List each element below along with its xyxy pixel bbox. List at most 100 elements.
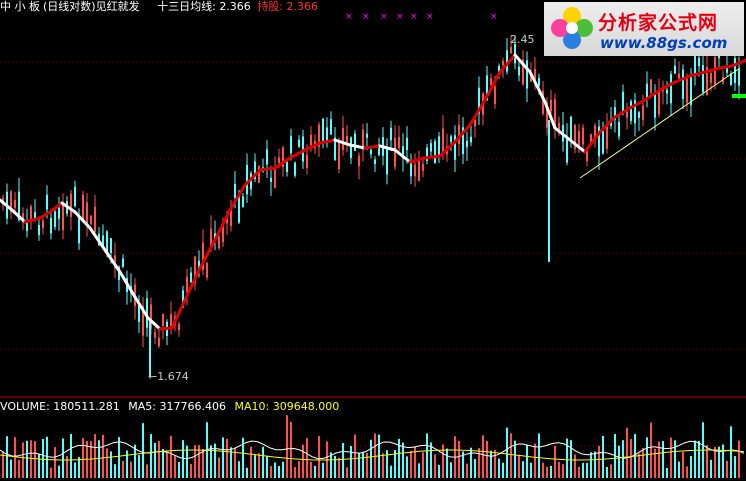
volume-bar-up — [106, 448, 108, 478]
high-price-label: 2.45 — [510, 33, 535, 46]
volume-bar-down — [550, 465, 552, 478]
ma13-segment — [48, 201, 64, 214]
ma13-segment — [258, 166, 277, 172]
volume-bar-down — [70, 433, 72, 478]
volume-bar-down — [246, 467, 248, 478]
candle-up — [306, 154, 308, 168]
volume-bar-down — [314, 465, 316, 478]
candle-up — [338, 140, 340, 170]
volume-bar-up — [374, 433, 376, 478]
volume-bar-up — [626, 427, 628, 478]
candle-down — [738, 69, 740, 86]
candle-up — [686, 76, 688, 103]
volume-bar-up — [102, 434, 104, 478]
volume-bar-down — [110, 451, 112, 478]
candle-up — [70, 193, 72, 217]
candle-up — [418, 158, 420, 181]
candle-down — [390, 127, 392, 141]
candle-down — [570, 116, 572, 142]
candle-up — [94, 206, 96, 233]
volume-bar-up — [554, 445, 556, 478]
volume-bar-down — [390, 465, 392, 478]
candle-up — [510, 46, 512, 54]
board-label: 中 小 板 — [0, 0, 40, 13]
candle-down — [106, 231, 108, 252]
volume-bar-up — [598, 445, 600, 478]
candle-up — [550, 99, 552, 112]
signal-marker: × — [426, 12, 434, 22]
ma13-segment — [363, 144, 382, 150]
volume-bar-up — [578, 466, 580, 478]
volume-bar-up — [486, 440, 488, 478]
indicator-name: (日线对数)见红就发 — [43, 0, 140, 13]
candle-up — [162, 313, 164, 326]
volume-bar-up — [294, 467, 296, 478]
candle-up — [206, 262, 208, 278]
candle-down — [370, 149, 372, 155]
candle-down — [138, 304, 140, 322]
volume-bar-up — [34, 441, 36, 478]
volume-bar-up — [494, 449, 496, 478]
candle-down — [38, 224, 40, 236]
volume-bar-up — [310, 461, 312, 478]
volume-bar-down — [254, 455, 256, 478]
candle-up — [710, 73, 712, 83]
candle-down — [622, 91, 624, 113]
volume-bar-down — [362, 452, 364, 478]
volume-bar-down — [594, 451, 596, 478]
signal-markers: × × × × × × × — [345, 12, 498, 22]
volume-bar-down — [698, 440, 700, 478]
candle-up — [650, 79, 652, 93]
volume-bar-down — [350, 446, 352, 478]
volume-bar-up — [270, 465, 272, 478]
candle-down — [438, 136, 440, 156]
volume-bar-up — [158, 440, 160, 478]
candle-down — [566, 136, 568, 163]
volume-bar-down — [114, 464, 116, 478]
volume-bar-up — [258, 453, 260, 478]
candle-down — [50, 217, 52, 234]
volume-bar-down — [282, 461, 284, 478]
candle-up — [218, 237, 220, 249]
candle-down — [682, 69, 684, 99]
candle-down — [654, 92, 656, 118]
candle-down — [638, 112, 640, 118]
candle-up — [414, 164, 416, 177]
volume-bar-down — [98, 440, 100, 478]
volume-bar-up — [714, 446, 716, 478]
ma13-label: 十三日均线: — [157, 0, 216, 13]
candle-down — [74, 186, 76, 207]
volume-bar-down — [222, 437, 224, 478]
candle-up — [494, 86, 496, 104]
volume-bar-down — [622, 440, 624, 478]
candle-up — [606, 126, 608, 149]
ma13-value: 2.366 — [219, 0, 251, 13]
candle-down — [434, 141, 436, 163]
candle-up — [642, 105, 644, 120]
volume-bar-down — [570, 440, 572, 478]
candle-down — [386, 147, 388, 175]
volume-bar-up — [642, 447, 644, 478]
volume-bar-down — [690, 455, 692, 478]
volume-bar-up — [354, 434, 356, 478]
volume-bar-up — [18, 459, 20, 478]
volume-bar-up — [366, 452, 368, 478]
volume-bar-up — [306, 438, 308, 478]
candle-down — [702, 65, 704, 93]
volume-bar-down — [446, 448, 448, 478]
volume-bar-up — [638, 453, 640, 478]
candle-up — [626, 111, 628, 118]
candle-down — [54, 211, 56, 227]
volume-bar-down — [62, 438, 64, 478]
ma13-segment — [158, 326, 174, 331]
volume-bar-down — [646, 437, 648, 478]
candle-down — [290, 136, 292, 154]
volume-bar-up — [94, 434, 96, 478]
candle-up — [90, 215, 92, 225]
volume-bar-up — [562, 464, 564, 478]
volume-bar-up — [466, 463, 468, 478]
candle-down — [674, 65, 676, 74]
candle-down — [406, 137, 408, 150]
candle-down — [242, 196, 244, 207]
volume-bar-down — [38, 453, 40, 478]
